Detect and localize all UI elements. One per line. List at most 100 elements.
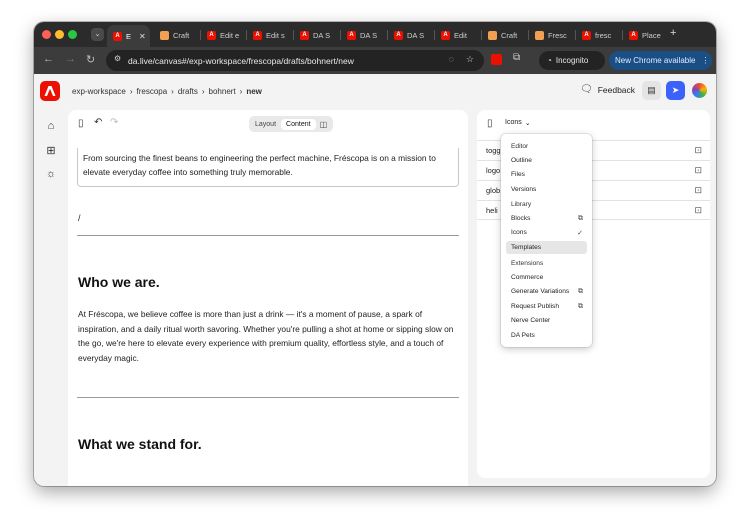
menu-item-generate-variations[interactable]: Generate Variations ⧉ <box>506 285 587 298</box>
app-header: exp-workspace › frescopa › drafts › bohnert… <box>34 74 716 108</box>
adobe-icon: A <box>394 30 403 40</box>
adobe-logo-icon[interactable] <box>40 81 60 101</box>
menu-item-icons[interactable]: Icons ✓ <box>506 226 587 239</box>
insert-icon[interactable]: ⊡ <box>694 185 702 196</box>
breadcrumb-item[interactable]: drafts <box>178 87 198 96</box>
tab-title: Craft <box>501 30 518 40</box>
document-view-button[interactable]: ▤ <box>642 81 661 100</box>
text-block[interactable]: From sourcing the finest beans to engine… <box>77 148 459 187</box>
sidebar-toggle-icon[interactable]: ▯ <box>78 118 84 129</box>
back-icon[interactable]: ← <box>43 53 54 65</box>
address-bar[interactable]: ⚙ da.live/canvas#/exp-workspace/frescopa… <box>106 50 484 71</box>
intro-paragraph: From sourcing the finest beans to engine… <box>83 153 436 177</box>
breadcrumb-item[interactable]: frescopa <box>136 87 167 96</box>
library-dropdown-menu: Editor Outline Files Versions Library Bl… <box>501 134 592 347</box>
feedback-button[interactable]: 🗨 Feedback <box>580 84 635 95</box>
layout-tab[interactable]: Layout <box>249 121 281 128</box>
breadcrumb-item[interactable]: bohnert <box>209 87 236 96</box>
star-icon[interactable]: ☆ <box>466 54 474 65</box>
adobe-icon: A <box>441 30 450 40</box>
extensions-icon[interactable]: ⧉ <box>513 52 520 63</box>
tab-search-button[interactable]: ⌄ <box>91 28 104 41</box>
panel-toggle-icon[interactable]: ▯ <box>487 118 493 129</box>
site-settings-icon[interactable]: ⚙ <box>114 54 121 63</box>
more-menu-icon: ⋮ <box>701 56 710 65</box>
chevron-right-icon: › <box>239 87 243 96</box>
insert-icon[interactable]: ⊡ <box>694 205 702 216</box>
library-selector[interactable]: Icons ⌄ <box>505 119 531 127</box>
view-toggle: Layout Content ◫ <box>249 116 333 132</box>
menu-item-request-publish[interactable]: Request Publish ⧉ <box>506 300 587 313</box>
menu-section-header: Editor <box>511 143 529 150</box>
heading-what-we-stand-for: What we stand for. <box>78 436 202 452</box>
browser-tab[interactable]: Craft <box>154 25 198 45</box>
browser-tab[interactable]: Fresc <box>529 25 574 45</box>
browser-tab[interactable]: A Edit e <box>201 25 245 45</box>
menu-item-blocks[interactable]: Blocks ⧉ <box>506 212 587 225</box>
browser-tab[interactable]: Craft <box>482 25 527 45</box>
menu-item-versions[interactable]: Versions <box>506 183 587 196</box>
update-chrome-button[interactable]: New Chrome available ⋮ <box>609 51 712 70</box>
new-tab-button[interactable]: + <box>670 27 676 39</box>
menu-item-outline[interactable]: Outline <box>506 154 587 167</box>
browser-tab[interactable]: A Place <box>623 25 668 45</box>
menu-item-label: Blocks <box>511 215 531 222</box>
browser-window: ⌄ A E ✕ Craft A Edit e A Edit s A DA S A… <box>34 22 716 486</box>
chevron-right-icon: › <box>171 87 174 96</box>
browser-tab[interactable]: A fresc <box>576 25 621 45</box>
menu-item-nerve-center[interactable]: Nerve Center <box>506 314 587 327</box>
browser-tab[interactable]: A DA S <box>294 25 339 45</box>
tab-title: Craft <box>173 30 190 40</box>
maximize-window-button[interactable] <box>68 30 77 39</box>
undo-icon[interactable]: ↶ <box>94 117 102 128</box>
redo-icon[interactable]: ↷ <box>110 117 118 128</box>
browser-tab[interactable]: A Edit s <box>247 25 292 45</box>
body-paragraph: At Fréscopa, we believe coffee is more t… <box>78 309 454 363</box>
eye-off-icon[interactable]: ◌ <box>449 54 454 64</box>
external-link-icon: ⧉ <box>578 287 583 295</box>
reload-icon[interactable]: ↻ <box>86 53 95 66</box>
insert-icon[interactable]: ⊡ <box>694 165 702 176</box>
lightbulb-icon[interactable]: ☼ <box>44 168 58 182</box>
tab-title: Edit e <box>220 30 240 40</box>
incognito-icon: ◔ <box>547 56 552 65</box>
publish-button[interactable]: ➤ <box>666 81 685 100</box>
menu-section-header: Extensions <box>511 260 544 267</box>
apps-icon[interactable]: ⊞ <box>44 144 58 158</box>
list-item-label: togg <box>486 146 501 155</box>
browser-toolbar: ← → ↻ ⚙ da.live/canvas#/exp-workspace/fr… <box>34 47 716 74</box>
content-tab[interactable]: Content <box>281 118 316 130</box>
tab-title: fresc <box>595 30 612 40</box>
slash-text: / <box>78 213 81 223</box>
section-divider <box>77 397 459 398</box>
avatar[interactable] <box>692 83 707 98</box>
home-icon[interactable]: ⌂ <box>44 120 58 134</box>
menu-section-header: Library <box>511 201 532 208</box>
url-text: da.live/canvas#/exp-workspace/frescopa/d… <box>128 55 354 66</box>
heading-who-we-are: Who we are. <box>78 274 160 290</box>
insert-icon[interactable]: ⊡ <box>694 145 702 156</box>
browser-tab[interactable]: A Edit <box>435 25 480 45</box>
breadcrumb-current: new <box>246 87 262 96</box>
adobe-icon: A <box>113 31 122 41</box>
adobe-icon: A <box>253 30 262 40</box>
menu-item-da-pets[interactable]: DA Pets <box>506 329 587 342</box>
close-tab-icon[interactable]: ✕ <box>139 32 146 41</box>
adobe-extension-icon[interactable] <box>491 54 502 65</box>
incognito-indicator[interactable]: ◔ Incognito <box>539 51 605 70</box>
forward-icon[interactable]: → <box>65 53 76 65</box>
craft-icon <box>488 30 497 40</box>
split-view-icon[interactable]: ◫ <box>316 120 328 129</box>
menu-item-templates[interactable]: Templates <box>506 241 587 254</box>
tab-title: E <box>126 31 132 41</box>
browser-tab[interactable]: A E ✕ <box>107 25 150 47</box>
minimize-window-button[interactable] <box>55 30 64 39</box>
browser-tab[interactable]: A DA S <box>388 25 433 45</box>
menu-item-files[interactable]: Files <box>506 168 587 181</box>
browser-tab[interactable]: A DA S <box>341 25 386 45</box>
adobe-icon: A <box>207 30 216 40</box>
menu-item-commerce[interactable]: Commerce <box>506 271 587 284</box>
external-link-icon: ⧉ <box>578 302 583 310</box>
breadcrumb-item[interactable]: exp-workspace <box>72 87 126 96</box>
close-window-button[interactable] <box>42 30 51 39</box>
